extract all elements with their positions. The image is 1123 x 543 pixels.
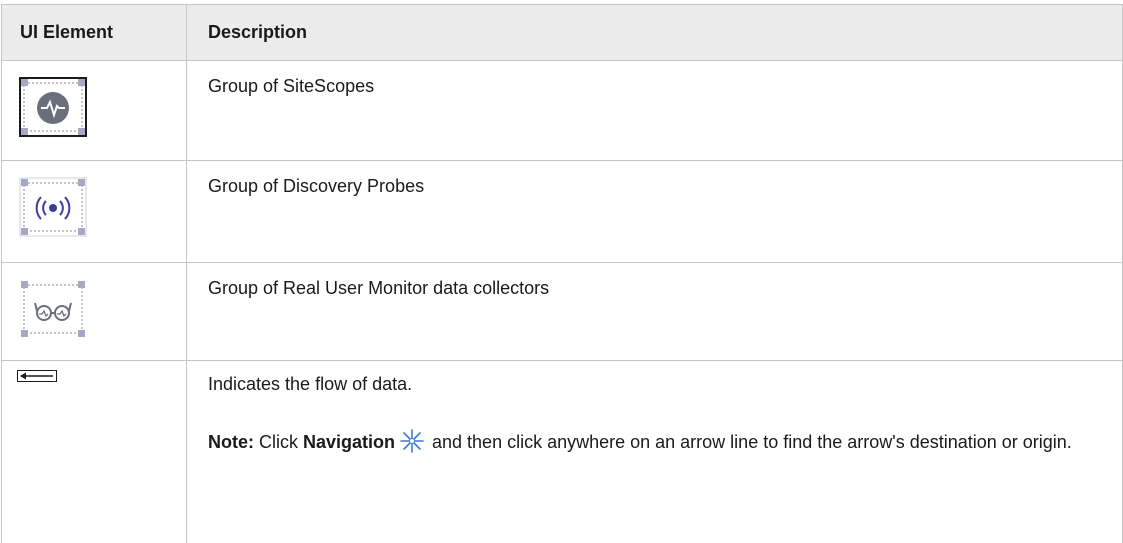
table-header-row: UI Element Description	[2, 5, 1123, 61]
header-ui-element: UI Element	[2, 5, 187, 61]
ui-elements-table: UI Element Description Group of SiteSc	[1, 4, 1123, 543]
ui-element-cell	[2, 361, 187, 543]
description-text: Group of Discovery Probes	[208, 176, 424, 196]
ui-element-cell	[2, 161, 187, 263]
note-paragraph: Note: Click Navigation and then click an…	[208, 428, 1088, 460]
note-text-after: and then click anywhere on an arrow line…	[427, 432, 1072, 452]
description-text: Group of Real User Monitor data collecto…	[208, 278, 549, 298]
description-cell: Group of SiteScopes	[187, 61, 1123, 161]
note-text-before: Click	[254, 432, 303, 452]
description-text: Group of SiteScopes	[208, 76, 374, 96]
table-row: Group of Discovery Probes	[2, 161, 1123, 263]
discovery-probe-group-icon	[17, 175, 89, 239]
flow-arrow-icon	[17, 370, 57, 382]
navigation-label: Navigation	[303, 432, 395, 452]
table-row: Indicates the flow of data. Note: Click …	[2, 361, 1123, 543]
description-cell: Indicates the flow of data. Note: Click …	[187, 361, 1123, 543]
description-text: Indicates the flow of data.	[208, 373, 1122, 395]
ui-element-cell	[2, 263, 187, 361]
sitescope-group-icon	[17, 75, 89, 139]
description-cell: Group of Real User Monitor data collecto…	[187, 263, 1123, 361]
description-cell: Group of Discovery Probes	[187, 161, 1123, 263]
table-row: Group of SiteScopes	[2, 61, 1123, 161]
table-row: Group of Real User Monitor data collecto…	[2, 263, 1123, 361]
navigation-star-icon	[399, 428, 425, 460]
rum-collector-group-icon	[17, 277, 89, 341]
note-label: Note:	[208, 432, 254, 452]
ui-element-cell	[2, 61, 187, 161]
header-description: Description	[187, 5, 1123, 61]
